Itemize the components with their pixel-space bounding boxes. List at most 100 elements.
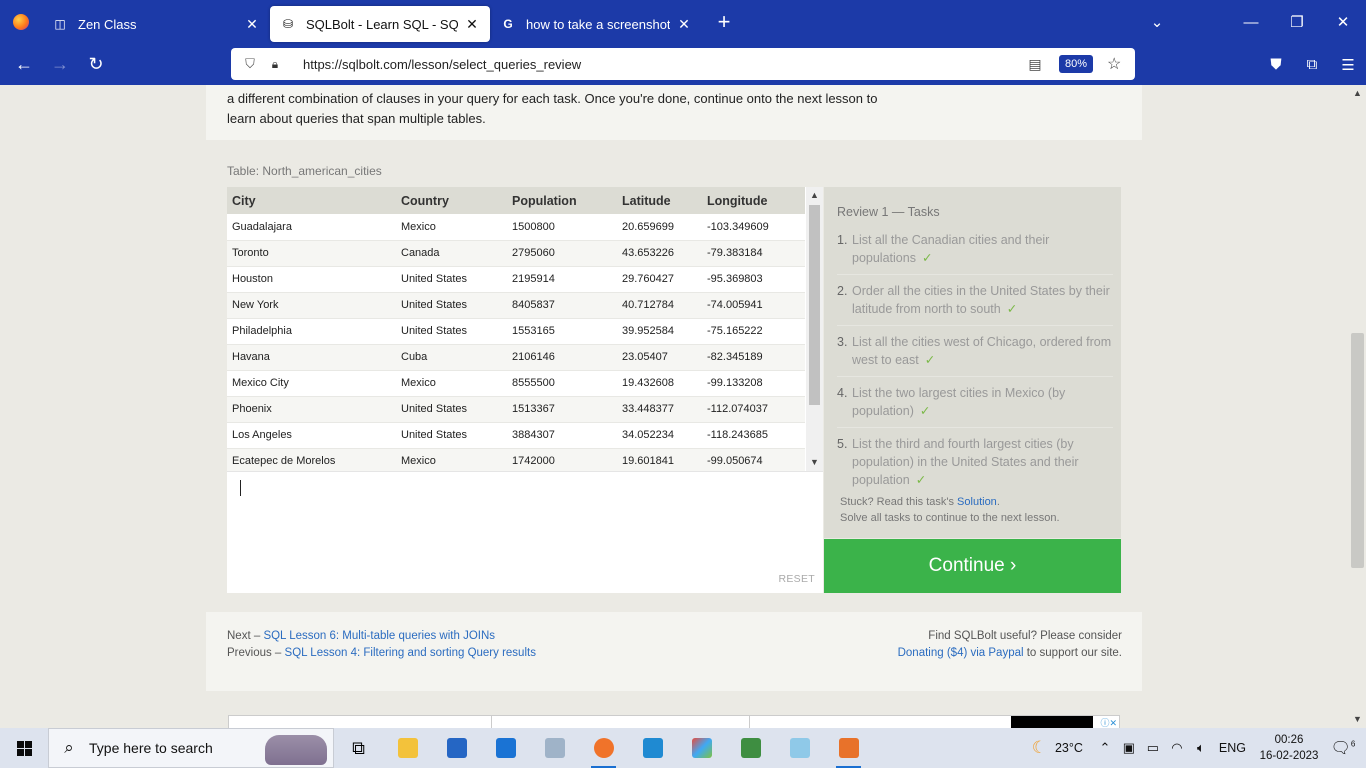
tab-sqlbolt[interactable]: ⛁ SQLBolt - Learn SQL - SQL Revie ✕ xyxy=(270,6,490,42)
scroll-down-icon[interactable]: ▼ xyxy=(1349,711,1366,728)
table-cell: -99.050674 xyxy=(702,448,805,471)
column-header: City xyxy=(227,187,396,214)
table-cell: 34.052234 xyxy=(617,422,702,449)
lock-icon[interactable]: 🔒︎ xyxy=(265,57,285,72)
taskbar-search-box[interactable]: ⌕ Type here to search xyxy=(48,728,334,768)
clock[interactable]: 00:26 16-02-2023 xyxy=(1258,732,1320,764)
table-cell: United States xyxy=(396,422,507,449)
ad-banner[interactable]: ⓘ✕ xyxy=(228,715,1120,728)
back-icon[interactable]: ← xyxy=(6,49,42,81)
table-cell: 19.601841 xyxy=(617,448,702,471)
hamburger-menu-icon[interactable]: ☰ xyxy=(1330,56,1366,74)
restore-icon[interactable]: ❐ xyxy=(1274,13,1320,31)
navigation-bar: ← → ↻ ⛉ 🔒︎ https://sqlbolt.com/lesson/se… xyxy=(0,44,1366,85)
mail-icon[interactable] xyxy=(481,728,530,768)
next-prefix: Next – xyxy=(227,630,264,642)
stuck-text: Stuck? Read this task's xyxy=(840,496,958,508)
windows-start-icon[interactable] xyxy=(0,728,48,768)
window-controls: ⌄ — ❐ ✕ xyxy=(1134,0,1366,44)
firefox-taskbar-icon[interactable] xyxy=(579,728,628,768)
close-window-icon[interactable]: ✕ xyxy=(1320,13,1366,31)
scroll-down-icon[interactable]: ▼ xyxy=(806,454,823,471)
table-row: Havana Cuba 2106146 23.05407 -82.345189 xyxy=(227,344,805,371)
solution-link[interactable]: Solution xyxy=(957,496,997,508)
table-cell: -82.345189 xyxy=(702,344,805,371)
table-cell: Philadelphia xyxy=(227,318,396,345)
ad-image[interactable] xyxy=(1011,716,1093,728)
volume-icon[interactable]: 🔈︎ xyxy=(1189,740,1213,756)
scroll-up-icon[interactable]: ▲ xyxy=(806,187,823,204)
table-row: Ecatepec de Morelos Mexico 1742000 19.60… xyxy=(227,448,805,471)
firefox-menu-icon[interactable] xyxy=(0,0,42,44)
close-tab-icon[interactable]: ✕ xyxy=(464,16,480,33)
microsoft-store-icon[interactable] xyxy=(432,728,481,768)
ad-info-icon[interactable]: ⓘ✕ xyxy=(1100,716,1117,728)
results-table-container: City Country Population Latitude Longitu… xyxy=(227,187,823,471)
meet-now-icon[interactable]: ▣ xyxy=(1117,740,1141,756)
extensions-icon[interactable]: ⧉ xyxy=(1294,56,1330,73)
task-text: List all the cities west of Chicago, ord… xyxy=(852,333,1113,369)
pocket-icon[interactable]: ⛊ xyxy=(1258,56,1294,73)
table-cell: Mexico xyxy=(396,448,507,471)
tab-zen-class[interactable]: ◫ Zen Class ✕ xyxy=(42,6,270,42)
language-indicator[interactable]: ENG xyxy=(1219,741,1246,755)
tab-google-search[interactable]: G how to take a screenshot on fire ✕ xyxy=(490,6,702,42)
reload-icon[interactable]: ↻ xyxy=(78,49,114,81)
git-icon[interactable] xyxy=(677,728,726,768)
continue-button[interactable]: Continue › xyxy=(824,539,1121,593)
table-row: Guadalajara Mexico 1500800 20.659699 -10… xyxy=(227,214,805,241)
exercise-area: Table: North_american_cities City Countr… xyxy=(206,140,1142,612)
photos-icon[interactable] xyxy=(530,728,579,768)
table-cell: 19.432608 xyxy=(617,370,702,397)
notification-icon[interactable]: 🗨︎6 xyxy=(1320,738,1366,758)
scrollbar-thumb[interactable] xyxy=(1351,333,1364,568)
chevron-up-icon[interactable]: ⌃ xyxy=(1093,740,1117,756)
column-header: Longitude xyxy=(702,187,805,214)
previous-lesson-link[interactable]: SQL Lesson 4: Filtering and sorting Quer… xyxy=(285,647,536,659)
file-explorer-icon[interactable] xyxy=(383,728,432,768)
table-row: Toronto Canada 2795060 43.653226 -79.383… xyxy=(227,240,805,267)
stuck-suffix: . xyxy=(996,496,1000,508)
zoom-level-badge[interactable]: 80% xyxy=(1058,55,1093,73)
table-row: New York United States 8405837 40.712784… xyxy=(227,292,805,319)
tasks-panel: Review 1 — Tasks 1. List all the Canadia… xyxy=(824,187,1121,538)
vim-icon[interactable] xyxy=(824,728,873,768)
donate-link[interactable]: Donating ($4) via Paypal xyxy=(898,647,1024,659)
sql-query-editor[interactable]: RESET xyxy=(227,471,823,593)
list-all-tabs-icon[interactable]: ⌄ xyxy=(1134,13,1180,31)
checkmark-icon: ✓ xyxy=(919,404,931,418)
weather-widget[interactable]: ☾ 23°C xyxy=(1032,738,1083,758)
task-view-icon[interactable]: ⧉ xyxy=(334,728,383,768)
minimize-icon[interactable]: — xyxy=(1228,14,1274,31)
battery-icon[interactable]: ▭ xyxy=(1141,740,1165,756)
shield-icon[interactable]: ⛉ xyxy=(241,56,259,72)
vscode-icon[interactable] xyxy=(628,728,677,768)
task-item: 1. List all the Canadian cities and thei… xyxy=(837,231,1113,275)
url-text[interactable]: https://sqlbolt.com/lesson/select_querie… xyxy=(303,57,1025,72)
reader-view-icon[interactable]: ▤ xyxy=(1025,56,1045,73)
table-cell: Ecatepec de Morelos xyxy=(227,448,396,471)
close-tab-icon[interactable]: ✕ xyxy=(676,16,692,33)
next-lesson-link[interactable]: SQL Lesson 6: Multi-table queries with J… xyxy=(263,630,495,642)
table-cell: Guadalajara xyxy=(227,214,396,241)
new-tab-button[interactable]: + xyxy=(706,0,742,44)
bookmark-star-icon[interactable]: ☆ xyxy=(1107,54,1127,74)
task-number: 4. xyxy=(837,386,848,400)
nodejs-icon[interactable] xyxy=(726,728,775,768)
search-highlight-image xyxy=(265,735,327,765)
reset-button[interactable]: RESET xyxy=(778,573,815,585)
wifi-icon[interactable]: ◠ xyxy=(1165,740,1189,756)
scroll-up-icon[interactable]: ▲ xyxy=(1349,85,1366,102)
table-row: Houston United States 2195914 29.760427 … xyxy=(227,266,805,293)
close-tab-icon[interactable]: ✕ xyxy=(244,16,260,33)
table-scrollbar[interactable]: ▲ ▼ xyxy=(806,187,823,471)
table-cell: 20.659699 xyxy=(617,214,702,241)
table-cell: 3884307 xyxy=(507,422,617,449)
notepad-icon[interactable] xyxy=(775,728,824,768)
page-scrollbar[interactable]: ▲ ▼ xyxy=(1349,85,1366,728)
forward-icon[interactable]: → xyxy=(42,49,78,81)
scrollbar-thumb[interactable] xyxy=(809,205,820,405)
address-bar[interactable]: ⛉ 🔒︎ https://sqlbolt.com/lesson/select_q… xyxy=(231,48,1135,80)
task-number: 1. xyxy=(837,233,848,247)
toolbar-right: ⛊ ⧉ ☰ xyxy=(1258,44,1366,85)
